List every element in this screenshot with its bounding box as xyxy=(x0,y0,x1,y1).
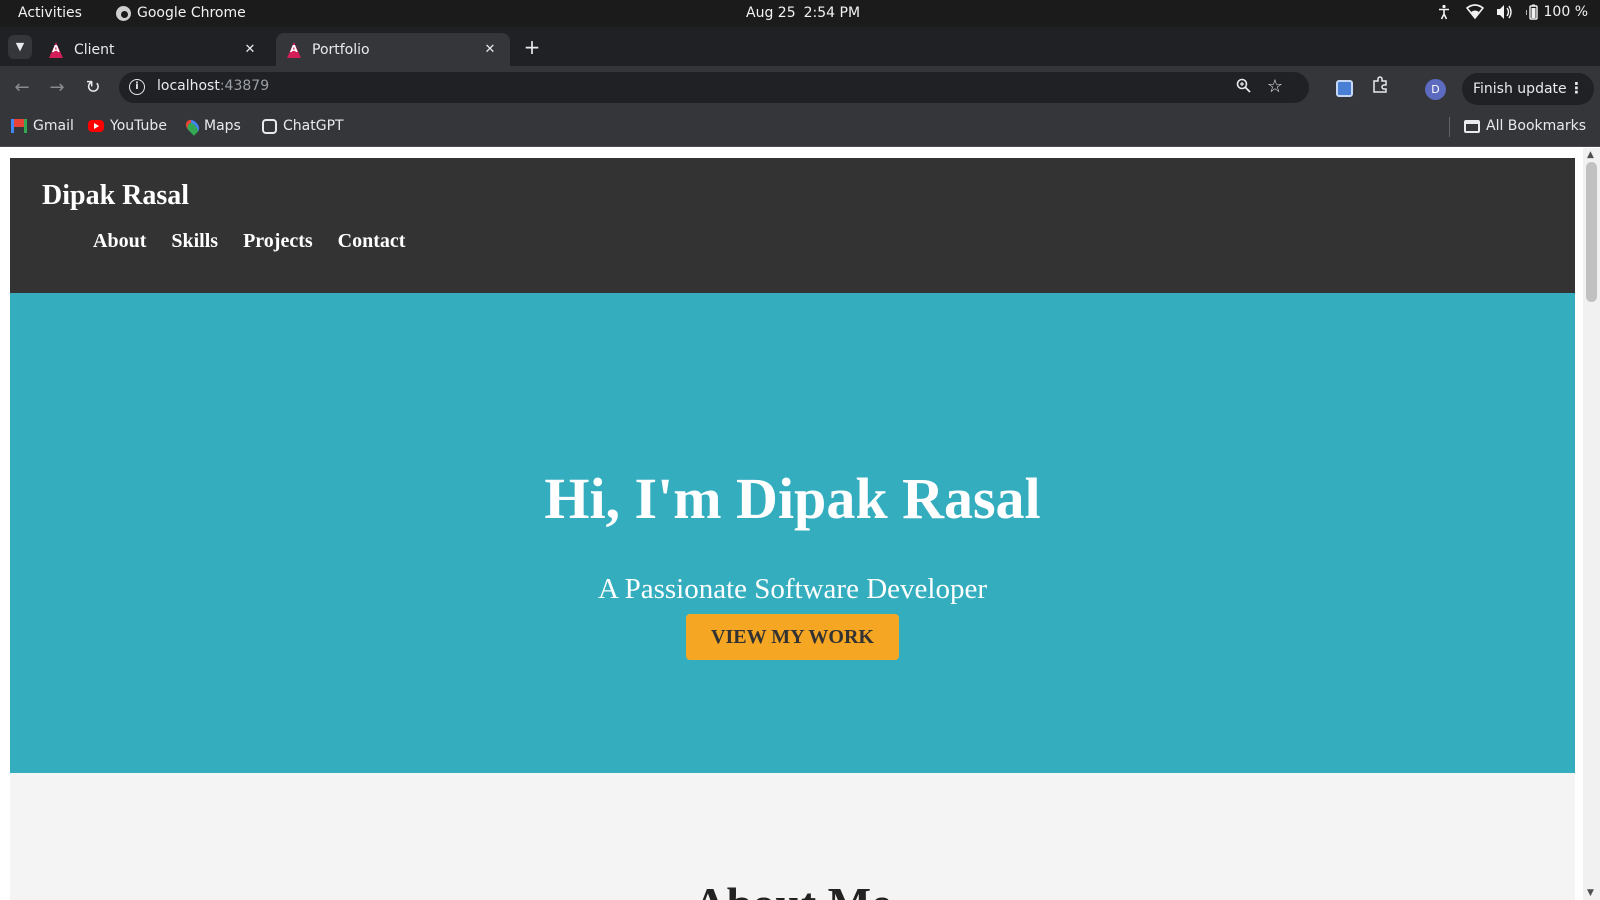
nav-link-contact[interactable]: Contact xyxy=(338,230,406,253)
chatgpt-icon xyxy=(262,118,277,134)
tab-client[interactable]: Client ✕ xyxy=(38,33,270,66)
url-port: :43879 xyxy=(219,78,270,94)
arrow-left-icon: ← xyxy=(14,77,30,98)
bookmarks-divider xyxy=(1449,117,1450,137)
zoom-icon[interactable] xyxy=(1236,78,1251,97)
bookmark-youtube[interactable]: YouTube xyxy=(88,118,167,134)
url-host: localhost xyxy=(157,78,220,94)
hero-subtitle: A Passionate Software Developer xyxy=(598,573,987,605)
maps-icon xyxy=(183,116,202,136)
app-name: Google Chrome xyxy=(137,5,246,21)
youtube-icon xyxy=(88,120,104,132)
gmail-icon xyxy=(11,119,27,133)
tab-title: Client xyxy=(74,41,115,58)
nav-link-projects[interactable]: Projects xyxy=(243,230,313,253)
hero-section: Hi, I'm Dipak Rasal A Passionate Softwar… xyxy=(10,293,1575,773)
battery-icon xyxy=(1524,4,1540,20)
chrome-icon xyxy=(116,5,131,21)
status-area[interactable]: 100 % xyxy=(1436,4,1588,20)
wifi-icon xyxy=(1465,4,1484,20)
scroll-thumb[interactable] xyxy=(1586,162,1597,302)
nav-link-about[interactable]: About xyxy=(93,230,146,253)
tab-search-button[interactable]: ▼ xyxy=(8,35,32,59)
angular-favicon-icon xyxy=(48,41,64,58)
page-viewport: Dipak Rasal About Skills Projects Contac… xyxy=(0,148,1600,900)
translate-extension-icon[interactable] xyxy=(1336,80,1353,97)
reload-button[interactable]: ↻ xyxy=(80,75,106,101)
app-menu[interactable]: Google Chrome xyxy=(116,5,246,21)
reload-icon: ↻ xyxy=(85,77,101,98)
hero-title: Hi, I'm Dipak Rasal xyxy=(544,466,1041,531)
accessibility-icon xyxy=(1436,4,1454,20)
volume-icon xyxy=(1496,4,1514,20)
site-logo[interactable]: Dipak Rasal xyxy=(42,180,189,212)
browser-toolbar: ← → ↻ i localhost:43879 ☆ xyxy=(0,66,1600,109)
new-tab-button[interactable]: + xyxy=(520,35,544,59)
folder-icon xyxy=(1464,119,1480,133)
finish-update-button[interactable]: Finish update ⋮ xyxy=(1462,73,1594,105)
scroll-up-arrow-icon[interactable]: ▲ xyxy=(1587,150,1594,160)
extensions-puzzle-icon[interactable] xyxy=(1372,76,1389,98)
bookmark-gmail[interactable]: Gmail xyxy=(11,118,74,134)
bookmark-label: YouTube xyxy=(110,118,167,134)
plus-icon: + xyxy=(523,35,541,59)
bookmark-maps[interactable]: Maps xyxy=(183,116,241,136)
profile-avatar[interactable]: D xyxy=(1425,79,1446,100)
arrow-right-icon: → xyxy=(49,77,65,98)
chevron-down-icon: ▼ xyxy=(15,40,25,53)
address-bar[interactable]: i localhost:43879 ☆ xyxy=(119,72,1309,103)
tab-portfolio[interactable]: Portfolio ✕ xyxy=(276,33,510,66)
finish-update-label: Finish update xyxy=(1473,81,1567,97)
page-scrollbar[interactable]: ▲ ▼ xyxy=(1583,148,1600,900)
tab-title: Portfolio xyxy=(312,41,370,58)
about-heading: About Me xyxy=(10,877,1575,900)
site-header: Dipak Rasal About Skills Projects Contac… xyxy=(10,158,1575,293)
clock[interactable]: Aug 25 2:54 PM xyxy=(746,5,860,21)
url-text[interactable]: localhost:43879 xyxy=(157,78,269,94)
forward-button[interactable]: → xyxy=(44,75,70,101)
scroll-down-arrow-icon[interactable]: ▼ xyxy=(1587,888,1594,898)
bookmark-label: Gmail xyxy=(33,118,74,134)
activities-button[interactable]: Activities xyxy=(18,5,82,21)
site-info-icon[interactable]: i xyxy=(129,79,145,95)
angular-favicon-icon xyxy=(286,41,302,58)
date-label: Aug 25 xyxy=(746,5,796,21)
system-top-bar: Activities Google Chrome Aug 25 2:54 PM 1… xyxy=(0,0,1600,27)
site-nav: About Skills Projects Contact xyxy=(93,230,405,253)
tab-strip: ▼ Client ✕ Portfolio ✕ + xyxy=(0,27,1600,66)
all-bookmarks-button[interactable]: All Bookmarks xyxy=(1464,118,1586,134)
bookmarks-bar: Gmail YouTube Maps ChatGPT All Bookmarks xyxy=(0,109,1600,147)
bookmark-label: Maps xyxy=(204,118,241,134)
all-bookmarks-label: All Bookmarks xyxy=(1486,118,1587,134)
about-section: About Me xyxy=(10,773,1575,900)
battery-indicator: 100 % xyxy=(1524,4,1588,20)
nav-link-skills[interactable]: Skills xyxy=(171,230,218,253)
bookmark-chatgpt[interactable]: ChatGPT xyxy=(262,118,344,134)
more-vert-icon: ⋮ xyxy=(1569,79,1584,97)
time-label: 2:54 PM xyxy=(803,5,861,21)
view-my-work-button[interactable]: VIEW MY WORK xyxy=(686,614,899,660)
bookmark-label: ChatGPT xyxy=(283,118,344,134)
close-icon[interactable]: ✕ xyxy=(242,42,258,57)
bookmark-star-icon[interactable]: ☆ xyxy=(1267,76,1283,97)
battery-percent: 100 % xyxy=(1543,4,1588,20)
back-button[interactable]: ← xyxy=(9,75,35,101)
close-icon[interactable]: ✕ xyxy=(482,42,498,57)
portfolio-page: Dipak Rasal About Skills Projects Contac… xyxy=(10,158,1575,900)
